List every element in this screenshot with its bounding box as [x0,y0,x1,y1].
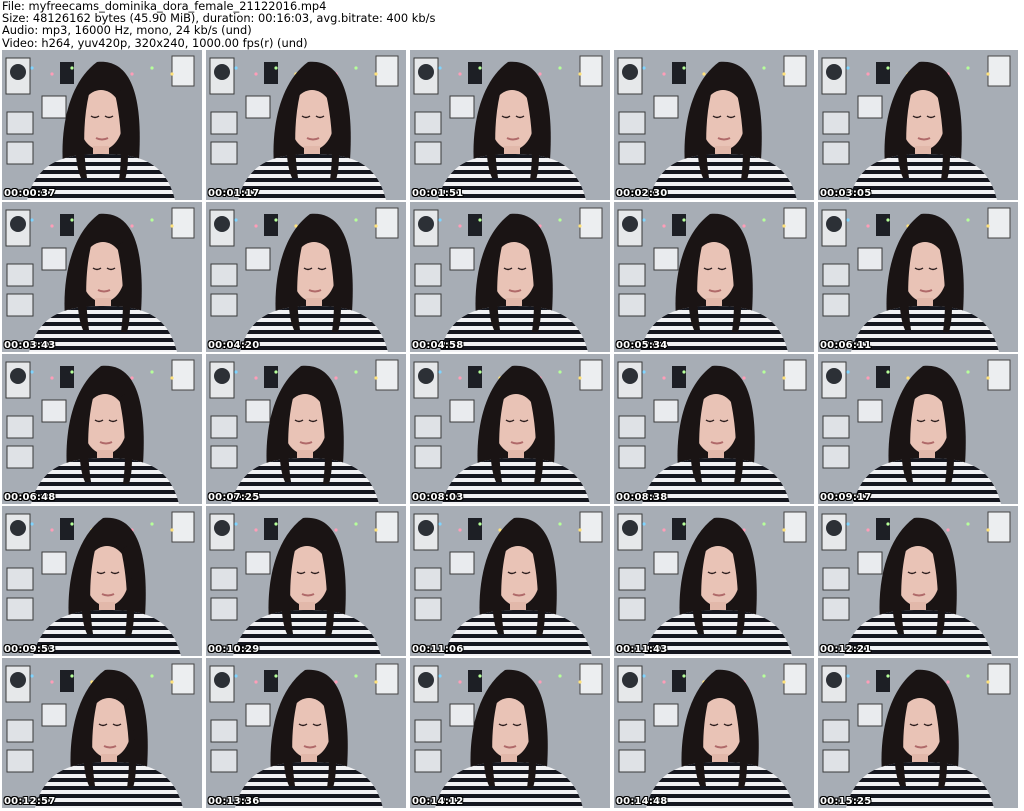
video-thumbnail: 00:04:20 [206,202,406,352]
webcam-frame-image [2,202,202,352]
video-thumbnail: 00:02:30 [614,50,814,200]
video-thumbnail: 00:14:48 [614,658,814,808]
thumbnail-timestamp: 00:11:43 [616,644,668,655]
webcam-frame-image [2,50,202,200]
webcam-frame-image [410,202,610,352]
video-thumbnail: 00:11:06 [410,506,610,656]
webcam-frame-image [410,658,610,808]
video-thumbnail: 00:13:36 [206,658,406,808]
webcam-frame-image [818,354,1018,504]
video-thumbnail: 00:12:57 [2,658,202,808]
thumbnail-timestamp: 00:09:53 [4,644,56,655]
webcam-frame-image [2,658,202,808]
video-thumbnail: 00:06:48 [2,354,202,504]
video-info-line: Video: h264, yuv420p, 320x240, 1000.00 f… [2,35,308,50]
video-thumbnail: 00:00:37 [2,50,202,200]
thumbnail-timestamp: 00:15:25 [820,796,872,807]
video-thumbnail: 00:15:25 [818,658,1018,808]
thumbnail-timestamp: 00:14:12 [412,796,464,807]
thumbnail-timestamp: 00:08:38 [616,492,668,503]
video-thumbnail: 00:04:58 [410,202,610,352]
audio-info-line: Audio: mp3, 16000 Hz, mono, 24 kb/s (und… [2,23,252,38]
webcam-frame-image [614,202,814,352]
video-thumbnail: 00:14:12 [410,658,610,808]
video-thumbnail: 00:08:03 [410,354,610,504]
video-thumbnail: 00:10:29 [206,506,406,656]
video-thumbnail: 00:03:43 [2,202,202,352]
video-thumbnail: 00:09:53 [2,506,202,656]
webcam-frame-image [410,354,610,504]
thumbnail-timestamp: 00:01:17 [208,188,260,199]
webcam-frame-image [818,50,1018,200]
webcam-frame-image [206,354,406,504]
thumbnail-timestamp: 00:04:20 [208,340,260,351]
video-thumbnail: 00:01:51 [410,50,610,200]
webcam-frame-image [410,50,610,200]
thumbnail-timestamp: 00:00:37 [4,188,56,199]
thumbnail-timestamp: 00:03:05 [820,188,872,199]
thumbnail-timestamp: 00:05:34 [616,340,668,351]
webcam-frame-image [206,202,406,352]
webcam-frame-image [818,506,1018,656]
thumbnail-timestamp: 00:07:25 [208,492,260,503]
thumbnail-grid: 00:00:37 00:01:17 00:01:51 00:02:30 00:03:05… [2,50,1022,810]
thumbnail-timestamp: 00:14:48 [616,796,668,807]
video-thumbnail: 00:11:43 [614,506,814,656]
thumbnail-timestamp: 00:09:17 [820,492,872,503]
thumbnail-timestamp: 00:11:06 [412,644,464,655]
webcam-frame-image [614,506,814,656]
video-thumbnail: 00:12:21 [818,506,1018,656]
webcam-frame-image [818,202,1018,352]
webcam-frame-image [206,658,406,808]
webcam-frame-image [2,354,202,504]
webcam-frame-image [614,354,814,504]
thumbnail-timestamp: 00:06:48 [4,492,56,503]
video-thumbnail: 00:01:17 [206,50,406,200]
thumbnail-timestamp: 00:13:36 [208,796,260,807]
thumbnail-timestamp: 00:02:30 [616,188,668,199]
webcam-frame-image [2,506,202,656]
webcam-frame-image [206,50,406,200]
video-thumbnail: 00:03:05 [818,50,1018,200]
webcam-frame-image [614,658,814,808]
file-info-header: File: myfreecams_dominika_dora_female_21… [2,0,1022,50]
thumbnail-timestamp: 00:12:57 [4,796,56,807]
webcam-frame-image [818,658,1018,808]
thumbnail-timestamp: 00:03:43 [4,340,56,351]
video-thumbnail: 00:08:38 [614,354,814,504]
video-thumbnail: 00:06:11 [818,202,1018,352]
video-thumbnail: 00:05:34 [614,202,814,352]
video-thumbnail: 00:09:17 [818,354,1018,504]
thumbnail-timestamp: 00:10:29 [208,644,260,655]
thumbnail-timestamp: 00:01:51 [412,188,464,199]
thumbnail-timestamp: 00:06:11 [820,340,872,351]
video-thumbnail: 00:07:25 [206,354,406,504]
thumbnail-timestamp: 00:04:58 [412,340,464,351]
thumbnail-timestamp: 00:08:03 [412,492,464,503]
webcam-frame-image [410,506,610,656]
thumbnail-timestamp: 00:12:21 [820,644,872,655]
webcam-frame-image [206,506,406,656]
webcam-frame-image [614,50,814,200]
